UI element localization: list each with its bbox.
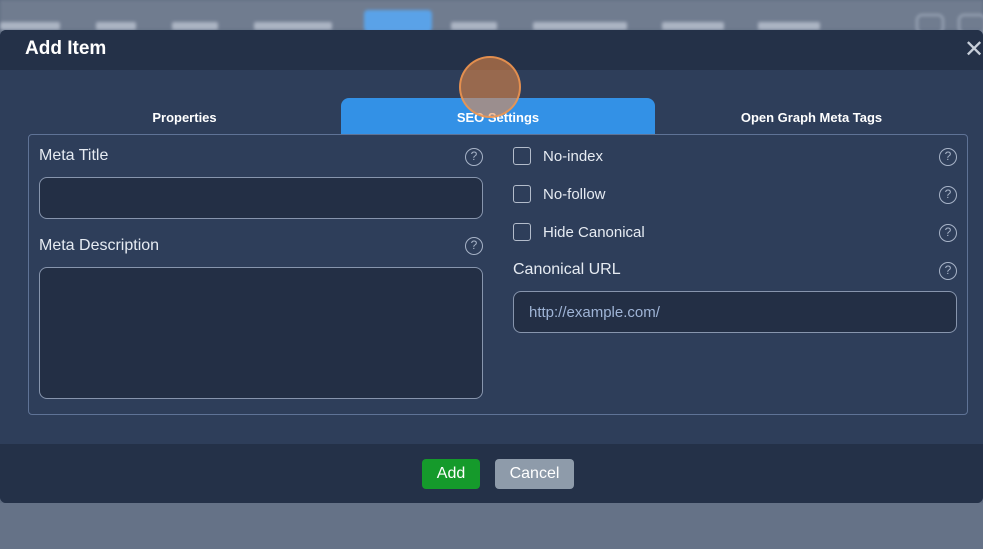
background-nav-item xyxy=(533,22,627,30)
meta-title-label: Meta Title xyxy=(39,147,109,164)
nofollow-checkbox[interactable] xyxy=(513,185,531,203)
nofollow-help-icon[interactable]: ? xyxy=(939,186,957,204)
nofollow-label: No-follow xyxy=(543,186,606,203)
meta-title-input[interactable] xyxy=(39,177,483,219)
canonical-url-label: Canonical URL xyxy=(513,261,621,278)
cancel-button[interactable]: Cancel xyxy=(495,459,574,489)
background-nav xyxy=(0,0,983,34)
hide-canonical-checkbox[interactable] xyxy=(513,223,531,241)
background-nav-item xyxy=(172,22,218,30)
noindex-checkbox[interactable] xyxy=(513,147,531,165)
close-icon[interactable]: ✕ xyxy=(964,37,983,61)
meta-description-textarea[interactable] xyxy=(39,267,483,399)
add-item-modal: Add Item ✕ Properties SEO Settings Open … xyxy=(0,30,983,503)
meta-description-help-icon[interactable]: ? xyxy=(465,237,483,255)
background-nav-item xyxy=(662,22,724,30)
hide-canonical-help-icon[interactable]: ? xyxy=(939,224,957,242)
hide-canonical-label: Hide Canonical xyxy=(543,224,645,241)
add-button[interactable]: Add xyxy=(422,459,480,489)
background-nav-active-item xyxy=(364,10,432,32)
background-nav-item xyxy=(451,22,497,30)
noindex-label: No-index xyxy=(543,148,604,165)
modal-footer: Add Cancel xyxy=(0,444,983,503)
background-nav-item xyxy=(0,22,60,30)
canonical-url-input[interactable] xyxy=(513,291,957,333)
background-nav-item xyxy=(96,22,136,30)
tab-open-graph-meta-tags[interactable]: Open Graph Meta Tags xyxy=(655,98,968,134)
seo-settings-panel: Meta Title ? Meta Description ? No-index… xyxy=(28,134,968,415)
background-nav-item xyxy=(758,22,820,30)
meta-description-label: Meta Description xyxy=(39,237,160,254)
meta-title-help-icon[interactable]: ? xyxy=(465,148,483,166)
modal-title: Add Item xyxy=(25,38,107,59)
tab-properties[interactable]: Properties xyxy=(28,98,341,134)
background-nav-item xyxy=(254,22,332,30)
noindex-help-icon[interactable]: ? xyxy=(939,148,957,166)
modal-header: Add Item ✕ xyxy=(0,30,983,70)
canonical-url-help-icon[interactable]: ? xyxy=(939,262,957,280)
background-content xyxy=(0,503,983,549)
tab-seo-settings[interactable]: SEO Settings xyxy=(341,98,655,134)
